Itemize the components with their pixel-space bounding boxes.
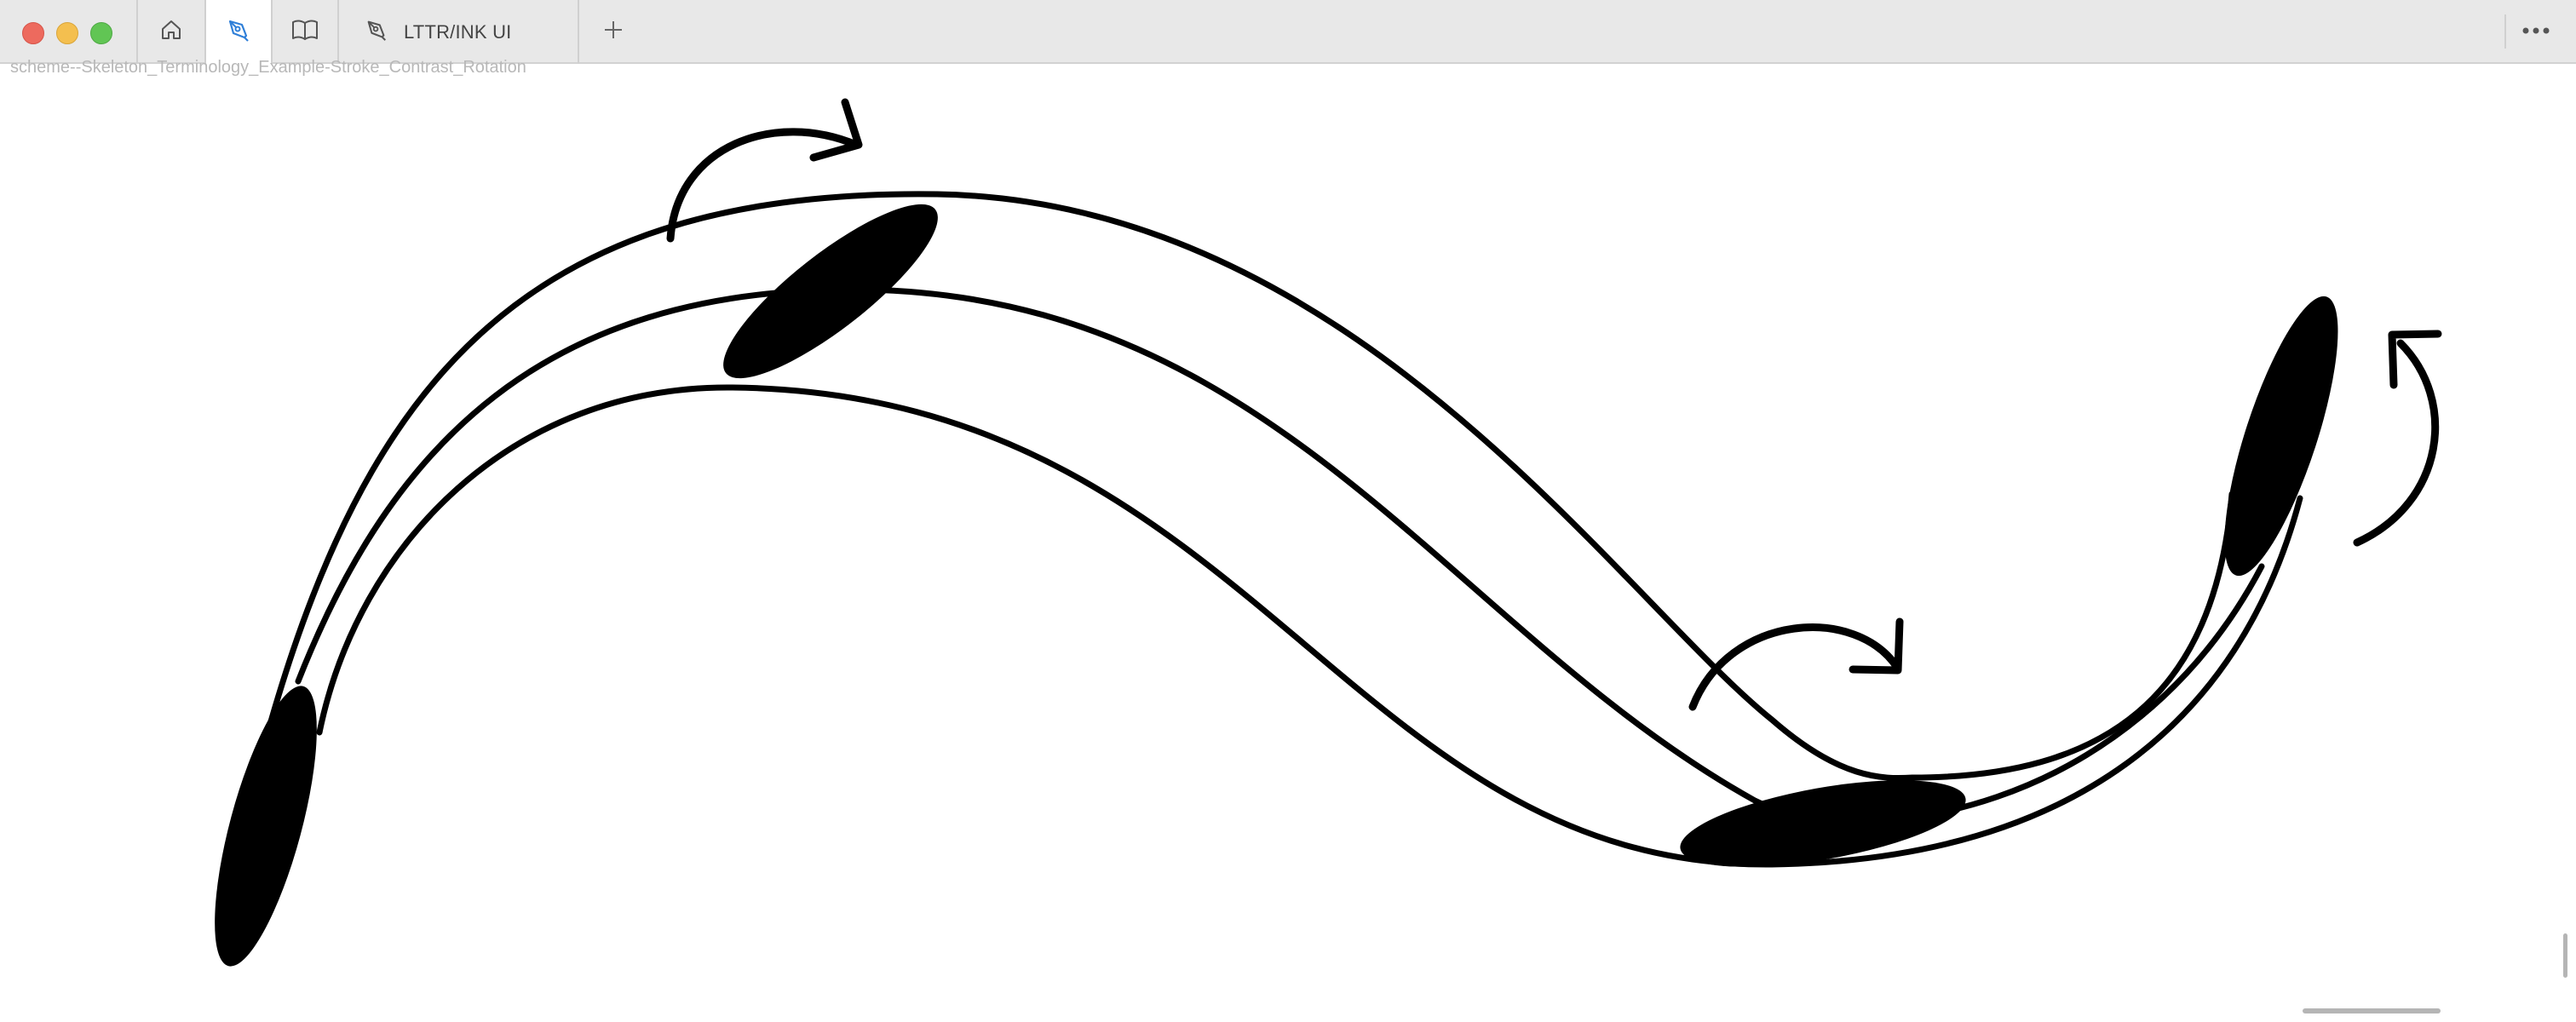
tab-library[interactable]: [273, 0, 339, 64]
book-icon: [291, 18, 319, 46]
title-bar: LTTR/INK UI: [0, 0, 2576, 64]
ellipsis-icon: [2521, 24, 2550, 39]
rotation-arrow-right: [2353, 330, 2442, 547]
tab-document-label: LTTR/INK UI: [404, 20, 512, 43]
rotation-arrow-middle: [1688, 617, 1904, 711]
new-tab-button[interactable]: [596, 14, 630, 49]
close-window-button[interactable]: [22, 22, 44, 44]
minimize-window-button[interactable]: [56, 22, 78, 44]
home-icon: [159, 18, 183, 46]
nib-end-ellipse: [2224, 296, 2338, 577]
pen-nib-icon: [226, 17, 251, 47]
tab-home[interactable]: [136, 0, 206, 64]
plus-icon: [602, 19, 624, 45]
more-options-button[interactable]: [2504, 14, 2566, 49]
zoom-window-button[interactable]: [90, 22, 112, 44]
pen-nib-icon: [365, 18, 388, 46]
skeleton-center-line: [295, 286, 2265, 824]
tab-document[interactable]: LTTR/INK UI: [339, 0, 579, 64]
tab-pen-editor[interactable]: [206, 0, 273, 64]
horizontal-scrollbar[interactable]: [2303, 1008, 2441, 1013]
vertical-scrollbar[interactable]: [2563, 933, 2567, 978]
nib-start-ellipse: [215, 686, 317, 967]
drawing-canvas[interactable]: [0, 64, 2576, 1022]
skeleton-stroke-paths: [220, 191, 2303, 923]
